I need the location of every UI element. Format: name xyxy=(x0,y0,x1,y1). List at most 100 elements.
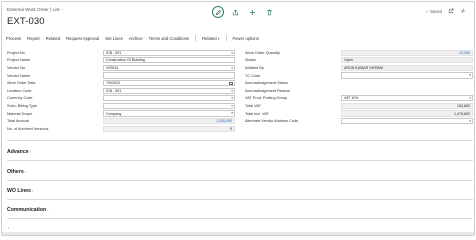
open-new-window-icon[interactable] xyxy=(448,8,454,15)
location-code-field[interactable]: ICB - 001 ▾ xyxy=(103,87,235,94)
action-terms[interactable]: Terms and Conditions xyxy=(149,36,190,41)
currency-code-field[interactable]: ▾ xyxy=(103,95,235,102)
material-scope-field[interactable]: Company ▾ xyxy=(103,110,235,117)
divider xyxy=(7,160,473,161)
section-wo-lines[interactable]: WO Lines› xyxy=(7,188,33,194)
collapse-icon[interactable] xyxy=(460,8,466,15)
chevron-right-icon: › xyxy=(8,225,10,230)
field-label: Total Amount xyxy=(7,119,29,124)
action-related-menu[interactable]: Related ▾ xyxy=(202,36,219,41)
trash-icon[interactable] xyxy=(263,6,275,18)
share-icon[interactable] xyxy=(229,6,241,18)
field-value: 7/9/2024 xyxy=(106,81,120,86)
field-row-currency-code: Currency Code ▾ xyxy=(7,95,235,103)
field-label: Alternate Vendor Address Code xyxy=(245,119,299,124)
calendar-icon[interactable] xyxy=(229,82,233,86)
chevron-down-icon[interactable]: ▾ xyxy=(469,74,471,78)
field-value: 1,326,000 xyxy=(216,119,232,124)
horizontal-scrollbar[interactable] xyxy=(2,232,474,235)
section-communication[interactable]: › xyxy=(7,225,9,231)
divider xyxy=(7,218,473,219)
field-row-subc-billing-type: Subc. Billing Type ▾ xyxy=(7,102,235,110)
section-attachments[interactable]: Communication› xyxy=(7,207,49,213)
field-label: No. of Archived Versions xyxy=(7,126,49,131)
action-related[interactable]: Related xyxy=(46,36,60,41)
field-label: Location Code xyxy=(7,88,32,93)
chevron-right-icon: › xyxy=(47,207,49,212)
chevron-down-icon[interactable]: ▾ xyxy=(469,96,471,100)
toolbar-icons xyxy=(212,6,275,18)
plus-icon[interactable] xyxy=(246,6,258,18)
field-label: TC Code xyxy=(245,73,261,78)
chevron-down-icon[interactable]: ▾ xyxy=(469,119,471,123)
field-label: Initiated By xyxy=(245,65,264,70)
acknowledgement-status-field xyxy=(341,80,473,86)
field-label: Total Incl. VAT xyxy=(245,111,269,116)
breadcrumb-text[interactable]: External Work Order | List xyxy=(7,7,60,12)
vat-prod-posting-group-field[interactable]: VAT 10% ▾ xyxy=(341,95,473,102)
tc-code-field[interactable]: ▾ xyxy=(341,72,473,79)
subc-billing-type-field[interactable]: ▾ xyxy=(103,102,235,110)
field-row-total-vat: Total VAT 153,600 xyxy=(245,102,473,110)
project-no-field[interactable]: ICB - 001 ▾ xyxy=(103,49,235,56)
action-archive[interactable]: Archive xyxy=(129,36,143,41)
field-label: Material Scope xyxy=(7,111,33,116)
vendor-name-field[interactable] xyxy=(103,72,235,79)
work-order-quantity-field: 13,263 xyxy=(341,49,473,56)
field-row-project-no: Project No. ICB - 001 ▾ xyxy=(7,49,235,57)
field-row-acknowledgement-status: Acknowledgement Status xyxy=(245,79,473,87)
chevron-down-icon[interactable]: ▾ xyxy=(231,89,233,93)
field-value: ARUN KUMAR VIKRAM xyxy=(344,65,383,70)
chevron-right-icon: › xyxy=(24,169,27,174)
field-row-vat-prod-posting-group: VAT Prod. Posting Group VAT 10% ▾ xyxy=(245,95,473,103)
field-row-alternate-vendor-address-code: Alternate Vendor Address Code ▾ xyxy=(245,117,473,125)
section-label: WO Lines xyxy=(7,188,31,194)
action-report[interactable]: Report xyxy=(27,36,40,41)
field-label: Total VAT xyxy=(245,103,261,108)
pencil-icon[interactable] xyxy=(212,6,224,18)
field-row-acknowledgement-reason: Acknowledgement Reason xyxy=(245,87,473,95)
field-row-no-of-archived-versions: No. of Archived Versions 0 xyxy=(7,125,235,133)
header-right: ✓ Saved xyxy=(425,8,466,15)
action-separator xyxy=(195,35,197,41)
field-row-work-order-quantity: Work Order Quantity 13,263 xyxy=(245,49,473,57)
field-label: Acknowledgement Status xyxy=(245,81,288,86)
action-set-lines[interactable]: Set Lines xyxy=(105,36,122,41)
vendor-no-field[interactable]: V00014 ▾ xyxy=(103,64,235,72)
field-label: Project No. xyxy=(7,50,26,55)
project-name-field[interactable]: Construction Of Building xyxy=(103,57,235,64)
total-incl-vat-field: 1,479,600 xyxy=(341,110,473,117)
field-value: 1,479,600 xyxy=(454,111,470,116)
acknowledgement-reason-field xyxy=(341,88,473,94)
chevron-down-icon[interactable]: ▾ xyxy=(231,111,233,115)
chevron-left-icon: ‹ xyxy=(61,7,64,12)
chevron-right-icon: › xyxy=(31,188,34,193)
chevron-down-icon[interactable]: ▾ xyxy=(231,51,233,55)
action-process[interactable]: Process xyxy=(6,36,21,41)
chevron-down-icon[interactable]: ▾ xyxy=(231,96,233,100)
chevron-down-icon[interactable]: ▾ xyxy=(231,104,233,108)
no-of-archived-versions-field: 0 xyxy=(103,125,235,132)
field-value: VAT 10% xyxy=(344,96,359,101)
alternate-vendor-address-code-field[interactable]: ▾ xyxy=(341,118,473,125)
breadcrumb[interactable]: External Work Order | List ‹ xyxy=(7,7,64,12)
field-row-project-name: Project Name Construction Of Building xyxy=(7,57,235,65)
section-advance[interactable]: Advance› xyxy=(7,149,31,155)
section-label: Communication xyxy=(7,207,47,213)
fewer-options-button[interactable]: Fewer options xyxy=(233,36,259,41)
section-others[interactable]: Others› xyxy=(7,169,26,175)
action-bar: Process Report Related Request Approval … xyxy=(2,33,474,43)
section-label: Others xyxy=(7,169,24,175)
related-menu-label: Related xyxy=(202,35,217,41)
total-amount-field: 1,326,000 xyxy=(103,118,235,125)
field-label: Project Name xyxy=(7,58,31,63)
work-order-card: External Work Order | List ‹ EXT-030 ✓ S… xyxy=(1,1,475,236)
saved-status: ✓ Saved xyxy=(425,9,442,14)
field-value: 13,263 xyxy=(459,50,470,55)
chevron-down-icon[interactable]: ▾ xyxy=(231,66,233,70)
work-order-date-field[interactable]: 7/9/2024 xyxy=(103,80,235,87)
field-value: 153,600 xyxy=(457,103,470,108)
page-title: EXT-030 xyxy=(7,16,45,27)
action-request-approval[interactable]: Request Approval xyxy=(66,36,99,41)
field-label: Status xyxy=(245,58,256,63)
